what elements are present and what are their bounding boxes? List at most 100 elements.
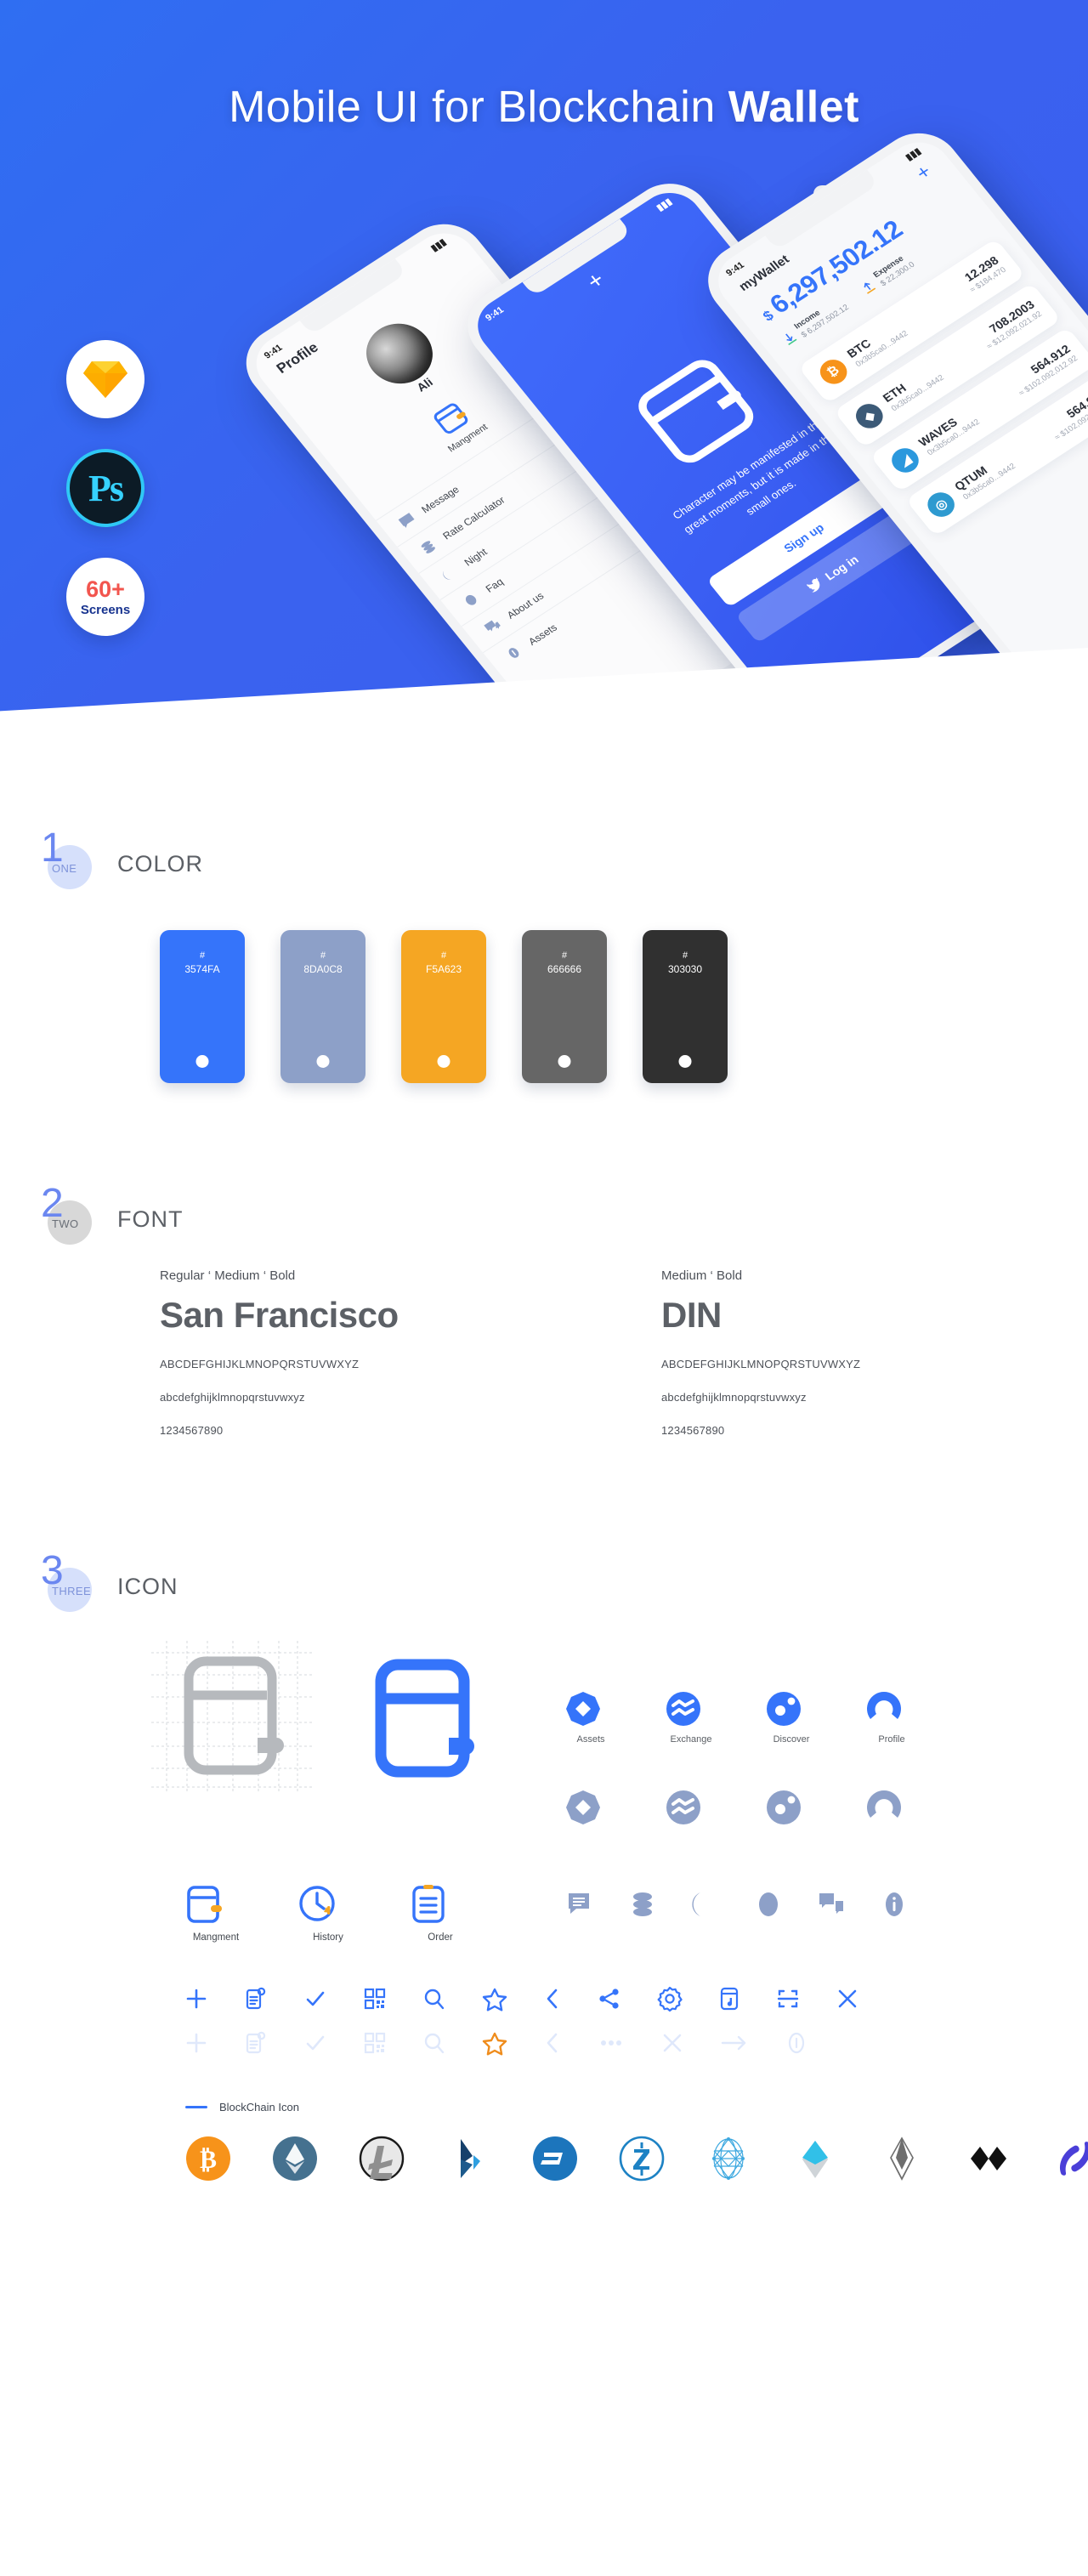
color-swatch[interactable]: # 666666 [522, 930, 607, 1083]
message-lines-icon[interactable] [566, 1891, 593, 1918]
font-family-name: DIN [661, 1295, 722, 1335]
swatch-hash: # [682, 950, 688, 961]
qtum-icon: ◎ [921, 487, 960, 522]
feature-history[interactable]: History [298, 1884, 359, 1943]
star-icon-active[interactable] [482, 2032, 507, 2056]
font-digits: 1234567890 [661, 1424, 725, 1437]
bitcoin-icon[interactable]: ₿ [185, 2136, 231, 2182]
plus-icon[interactable] [185, 1988, 207, 2010]
tab-assets-inactive[interactable]: Assets [564, 1789, 617, 1843]
phone-mockups: 9:41 ▮▮▮ Profile Ali Mangment Message Ra… [0, 0, 1088, 748]
icon-row-line [41, 1986, 1088, 2056]
status-icons: ▮▮▮ [654, 196, 675, 213]
info-circle-icon[interactable] [785, 2032, 808, 2054]
chat-bubble-icon[interactable] [818, 1891, 845, 1918]
qr-code-icon[interactable] [364, 1988, 386, 2010]
arrow-right-icon[interactable] [721, 2032, 748, 2054]
font-uppercase: ABCDEFGHIJKLMNOPQRSTUVWXYZ [160, 1358, 360, 1370]
tab-profile[interactable]: Profile [865, 1690, 918, 1745]
feature-management[interactable]: Mangment [185, 1884, 246, 1943]
info-icon [508, 648, 519, 658]
icon-showcase: Assets Exchange Discover Profile Mangmen… [41, 1627, 1088, 2182]
nano-icon[interactable] [1052, 2136, 1088, 2182]
list-item-label: Night [462, 545, 490, 569]
color-swatch[interactable]: # 3574FA [160, 930, 245, 1083]
share-icon[interactable] [598, 1988, 620, 2010]
waves-icon: ◢ [886, 443, 924, 478]
color-swatch[interactable]: # 8DA0C8 [280, 930, 366, 1083]
swatch-hash: # [561, 950, 568, 961]
info-icon[interactable] [881, 1891, 908, 1918]
phone-contact-icon[interactable] [719, 1987, 740, 2011]
bitshares-icon[interactable] [445, 2136, 491, 2182]
feature-label: History [313, 1932, 343, 1943]
login-label: Log in [822, 553, 861, 583]
phone-notch [522, 218, 632, 297]
tab-discover-inactive[interactable]: Discover [765, 1789, 818, 1843]
color-swatches: # 3574FA # 8DA0C8 # F5A623 # 666666 # 30… [41, 905, 1088, 1083]
line-icons-muted [185, 2031, 1088, 2056]
swatch-hash: # [199, 950, 206, 961]
tab-exchange[interactable]: Exchange [665, 1690, 717, 1745]
moon-icon [443, 570, 451, 580]
color-swatch[interactable]: # 303030 [643, 930, 728, 1083]
add-button[interactable]: + [581, 266, 610, 295]
note-settings-icon[interactable] [245, 2031, 267, 2055]
chevron-left-icon[interactable] [544, 1988, 561, 2010]
monaco-icon[interactable] [966, 2136, 1012, 2182]
coins-stack-icon[interactable] [629, 1891, 656, 1918]
zcash-icon[interactable] [619, 2136, 665, 2182]
gear-icon[interactable] [657, 1986, 683, 2012]
more-dots-icon[interactable] [598, 2032, 624, 2054]
note-settings-icon[interactable] [245, 1987, 267, 2011]
chevron-left-icon[interactable] [544, 2032, 561, 2054]
close-icon[interactable] [836, 1988, 858, 2010]
dash-icon[interactable] [532, 2136, 578, 2182]
waves-icon[interactable] [706, 2136, 751, 2182]
search-icon[interactable] [423, 1988, 445, 2010]
tab-discover[interactable]: Discover [765, 1690, 818, 1745]
eos-icon[interactable] [879, 2136, 925, 2182]
feature-icons: Mangment History Order [185, 1884, 471, 1943]
chat-icon [484, 620, 501, 632]
search-icon[interactable] [423, 2032, 445, 2054]
star-icon[interactable] [482, 1988, 507, 2011]
swatch-hash: # [320, 950, 326, 961]
color-swatch[interactable]: # F5A623 [401, 930, 486, 1083]
status-time: 9:41 [484, 304, 507, 324]
font-specimens: Regular ‘ Medium ‘ Bold San Francisco AB… [41, 1260, 1088, 1457]
swatch-hex: F5A623 [425, 962, 462, 975]
discover-icon [767, 1790, 801, 1824]
ethereum-icon: ◆ [850, 399, 888, 433]
scan-frame-icon[interactable] [777, 1988, 799, 2010]
litecoin-icon[interactable] [359, 2136, 405, 2182]
circle-icon[interactable] [755, 1891, 782, 1918]
font-family-name: San Francisco [160, 1295, 399, 1335]
kyber-icon[interactable] [792, 2136, 838, 2182]
section-title: FONT [117, 1206, 184, 1232]
qr-code-icon[interactable] [364, 2032, 386, 2054]
coins-icon [421, 541, 435, 553]
feature-order[interactable]: Order [410, 1884, 471, 1943]
tab-profile-inactive[interactable]: Profile [865, 1789, 918, 1843]
tab-exchange-inactive[interactable]: Exchange [665, 1789, 717, 1843]
check-icon[interactable] [304, 1988, 326, 2010]
tab-label: Profile [878, 1734, 905, 1745]
bird-icon [806, 577, 819, 593]
font-lowercase: abcdefghijklmnopqrstuvwxyz [160, 1391, 305, 1404]
close-icon[interactable] [661, 2032, 683, 2054]
ui-kit-presentation: Mobile UI for Blockchain Wallet UI Kit [0, 0, 1088, 2576]
check-icon[interactable] [304, 2032, 326, 2054]
icon-row-features: Mangment History Order [41, 1884, 1088, 1943]
moon-icon[interactable] [692, 1891, 719, 1918]
plus-icon[interactable] [185, 2032, 207, 2054]
ethereum-icon[interactable] [272, 2136, 318, 2182]
tab-bar-icons: Assets Exchange Discover Profile [564, 1690, 918, 1745]
profile-icon [867, 1692, 901, 1719]
tab-assets[interactable]: Assets [564, 1690, 617, 1745]
font-weights: Regular ‘ Medium ‘ Bold [160, 1268, 296, 1283]
swatch-hex: 303030 [667, 962, 703, 975]
section-title: ICON [117, 1573, 178, 1599]
section-number-badge: 3 THREE [41, 1551, 92, 1612]
blockchain-icons-block: BlockChain Icon ₿ [41, 2101, 1088, 2182]
